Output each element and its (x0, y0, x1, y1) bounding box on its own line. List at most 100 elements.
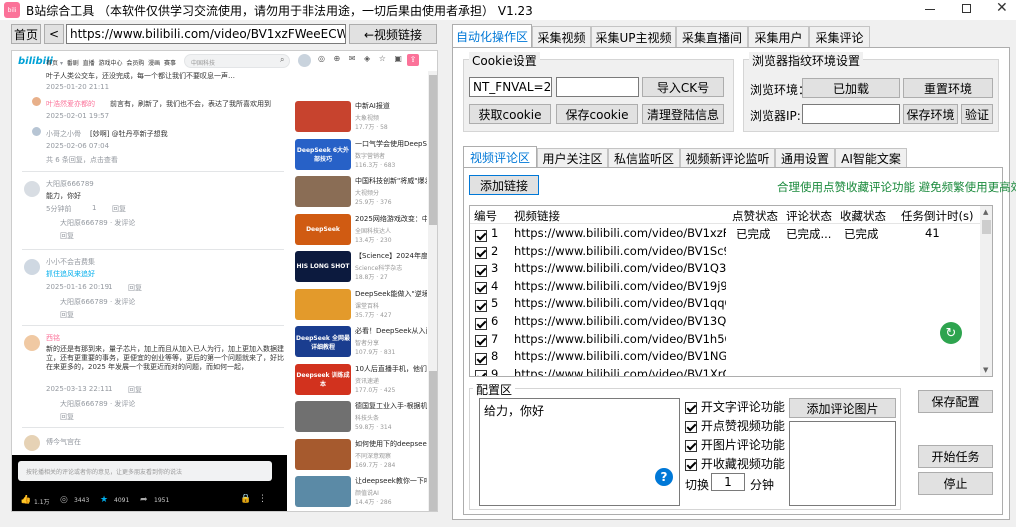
header-url[interactable]: 视频链接 (514, 208, 560, 224)
row-checkbox[interactable] (475, 247, 487, 260)
video-thumbnail[interactable] (295, 101, 351, 132)
home-button[interactable]: 首页 (11, 24, 41, 44)
tab-dm-monitor[interactable]: 私信监听区 (608, 148, 680, 167)
video-thumbnail[interactable] (295, 438, 351, 470)
env-loaded-button[interactable]: 已加载 (802, 78, 900, 98)
back-button[interactable]: < (44, 24, 64, 44)
tab-collect-user[interactable]: 采集用户 (748, 26, 809, 47)
video-title[interactable]: 德国复工业入手-根据机器人搭上东风 (355, 401, 427, 411)
option-fav-video[interactable]: 开收藏视频功能 (685, 455, 785, 472)
cookie-input-secondary[interactable] (556, 77, 639, 97)
start-task-button[interactable]: 开始任务 (918, 445, 993, 468)
tab-collect-live[interactable]: 采集直播间 (676, 26, 748, 47)
save-config-button[interactable]: 保存配置 (918, 390, 993, 413)
row-checkbox[interactable] (475, 264, 487, 277)
table-row[interactable]: 5 https://www.bilibili.com/video/BV1qqQ8Y… (470, 295, 980, 312)
table-row[interactable]: 6 https://www.bilibili.com/video/BV13QQ8.… (470, 313, 980, 330)
header-comment-status[interactable]: 评论状态 (786, 208, 832, 224)
save-cookie-button[interactable]: 保存cookie (556, 104, 638, 124)
row-checkbox[interactable] (475, 282, 487, 295)
row-checkbox[interactable] (475, 299, 487, 312)
table-row[interactable]: 2 https://www.bilibili.com/video/BV1Sc9sY… (470, 243, 980, 260)
video-title[interactable]: 【Science】2024年度十大科学突破 (355, 251, 427, 261)
video-thumbnail[interactable]: HIS LONG SHOT (295, 251, 351, 282)
tab-ai-copy[interactable]: AI智能文案 (835, 148, 907, 167)
add-comment-image-button[interactable]: 添加评论图片 (789, 398, 896, 418)
video-title[interactable]: 如何使用下的deepseek和AI可能 (355, 439, 427, 449)
save-env-button[interactable]: 保存环境 (903, 104, 958, 124)
scroll-down-icon[interactable]: ▼ (983, 366, 988, 374)
video-author[interactable]: 不同深意观察 (355, 451, 427, 460)
verify-button[interactable]: 验证 (961, 104, 993, 124)
checkbox[interactable] (685, 420, 697, 433)
video-thumbnail[interactable] (295, 401, 351, 432)
tab-user-follow[interactable]: 用户关注区 (537, 148, 608, 167)
row-checkbox[interactable] (475, 352, 487, 365)
tab-video-comments[interactable]: 视频评论区 (463, 146, 537, 167)
table-row[interactable]: 4 https://www.bilibili.com/video/BV19j9AY… (470, 278, 980, 295)
import-ck-button[interactable]: 导入CK号 (642, 77, 724, 97)
row-checkbox[interactable] (475, 317, 487, 330)
table-row[interactable]: 1 https://www.bilibili.com/video/BV1xzFWe… (470, 225, 980, 242)
option-text-comment[interactable]: 开文字评论功能 (685, 398, 785, 415)
table-row[interactable]: 3 https://www.bilibili.com/video/BV1Q3wX.… (470, 260, 980, 277)
table-row[interactable]: 9 https://www.bilibili.com/video/BV1XrQaY… (470, 366, 980, 376)
ip-input[interactable] (802, 104, 900, 124)
video-title[interactable]: 一口气学会使用DeepSeek,简单的方法实用的技巧 (355, 139, 427, 149)
url-input[interactable]: https://www.bilibili.com/video/BV1xzFWee… (66, 24, 346, 44)
option-image-comment[interactable]: 开图片评论功能 (685, 436, 785, 453)
video-author[interactable]: 全国科技达人 (355, 226, 427, 235)
refresh-icon[interactable]: ↻ (940, 322, 962, 344)
video-title[interactable]: 中国科技创新"将威"爆发，美国休养并了解 (355, 176, 427, 186)
tab-automation[interactable]: 自动化操作区 (452, 24, 532, 47)
tab-general-settings[interactable]: 通用设置 (775, 148, 835, 167)
video-author[interactable]: 课堂百科 (355, 301, 427, 310)
video-author[interactable]: 智者分享 (355, 338, 427, 347)
video-thumbnail[interactable]: DeepSeek 全网最详细教程 (295, 326, 351, 357)
header-timer[interactable]: 任务倒计时(s) (901, 208, 973, 224)
video-author[interactable]: 大象视频 (355, 113, 427, 122)
video-author[interactable]: 数字营销者 (355, 151, 427, 160)
video-author[interactable]: 大视频分 (355, 188, 427, 197)
video-thumbnail[interactable]: Deepseek 训练成本 (295, 363, 351, 395)
video-link-button[interactable]: ←视频链接 (349, 24, 437, 44)
scrollbar-thumb[interactable] (429, 75, 437, 225)
video-thumbnail[interactable] (295, 288, 351, 320)
maximize-icon[interactable] (962, 4, 971, 13)
scrollbar-thumb-lower[interactable] (429, 371, 437, 511)
row-checkbox[interactable] (475, 229, 487, 242)
video-author[interactable]: Science科学杂志 (355, 263, 427, 272)
header-fav-status[interactable]: 收藏状态 (840, 208, 886, 224)
checkbox[interactable] (685, 439, 697, 452)
row-checkbox[interactable] (475, 370, 487, 376)
video-author[interactable]: 颜值说AI (355, 488, 427, 497)
video-author[interactable]: 科技头条 (355, 413, 427, 422)
help-icon[interactable]: ? (655, 468, 673, 486)
tab-collect-video[interactable]: 采集视频 (532, 26, 591, 47)
table-row[interactable]: 8 https://www.bilibili.com/video/BV1NGQv.… (470, 348, 980, 365)
get-cookie-button[interactable]: 获取cookie (469, 104, 551, 124)
clear-login-button[interactable]: 清理登陆信息 (642, 104, 724, 124)
table-scrollbar[interactable]: ▲ ▼ (980, 206, 992, 376)
tab-collect-comment[interactable]: 采集评论 (809, 26, 870, 47)
comment-textarea[interactable]: 给力，你好 (479, 398, 680, 506)
video-title[interactable]: 必看！DeepSeek从入门到精通，这11个神奇技巧，让你... (355, 326, 427, 336)
scroll-up-icon[interactable]: ▲ (983, 208, 988, 216)
switch-interval-input[interactable]: 1 (711, 473, 745, 491)
add-link-button[interactable]: 添加链接 (469, 175, 539, 195)
stop-button[interactable]: 停止 (918, 472, 993, 495)
scrollbar[interactable] (428, 71, 437, 511)
video-title[interactable]: DeepSeek能做入"逆境"发展史 (355, 289, 427, 299)
video-title[interactable]: 中新AI报道 (355, 101, 427, 111)
video-title[interactable]: 10人后直播手机，他们将出peook比体成绩 (355, 364, 427, 374)
header-no[interactable]: 编号 (474, 208, 497, 224)
video-thumbnail[interactable]: DeepSeek (295, 213, 351, 245)
header-like-status[interactable]: 点赞状态 (732, 208, 778, 224)
close-icon[interactable]: ✕ (996, 0, 1008, 16)
checkbox[interactable] (685, 401, 697, 414)
image-list[interactable] (789, 421, 896, 506)
video-author[interactable]: 资讯速递 (355, 376, 427, 385)
scrollbar-thumb[interactable] (982, 220, 991, 234)
video-thumbnail[interactable]: DeepSeek 6大外部技巧 (295, 138, 351, 170)
reset-env-button[interactable]: 重置环境 (903, 78, 993, 98)
